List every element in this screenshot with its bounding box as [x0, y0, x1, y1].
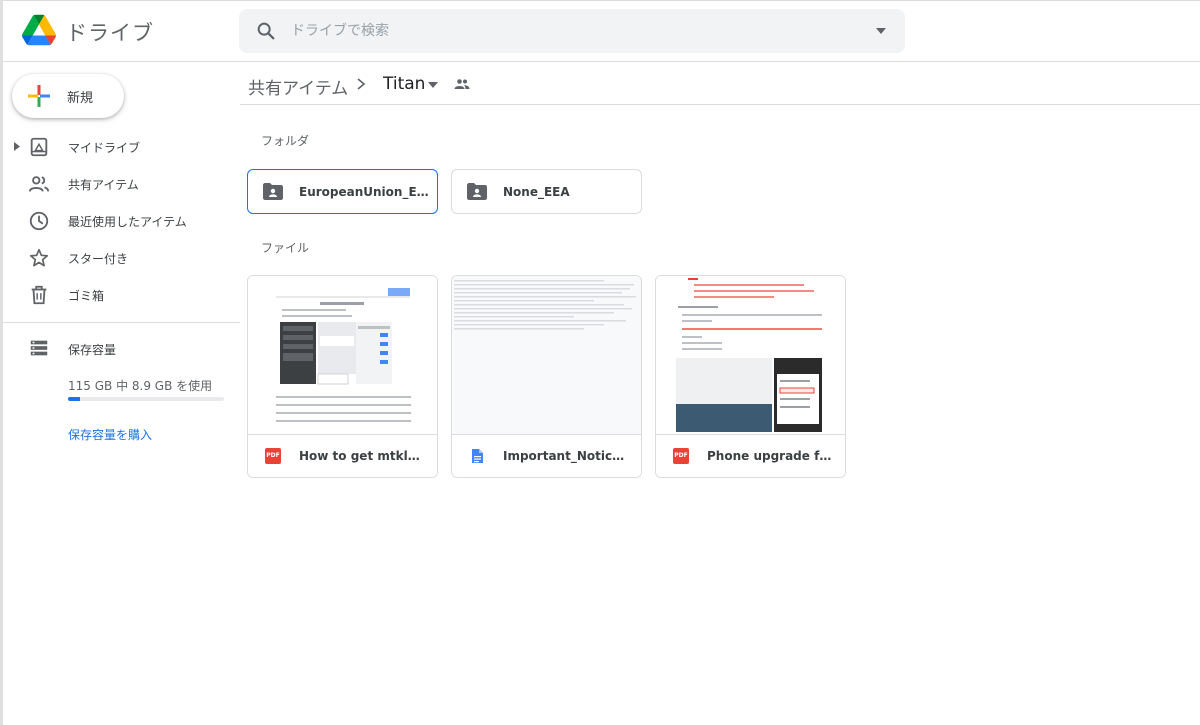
- folder-card[interactable]: EuropeanUnion_EEA_...: [247, 169, 438, 214]
- pdf-icon: PDF: [265, 448, 281, 464]
- search-bar[interactable]: [239, 9, 905, 53]
- file-thumbnail: [656, 276, 845, 434]
- plus-icon: [28, 85, 50, 107]
- window-left-edge: [0, 0, 3, 725]
- file-name: How to get mtklog an...: [299, 449, 427, 463]
- storage-usage-fill: [68, 397, 80, 401]
- sidebar-item-label: ゴミ箱: [68, 289, 105, 303]
- sidebar-item-recent[interactable]: 最近使用したアイテム: [0, 204, 240, 238]
- file-meta: PDF Phone upgrade from I...: [656, 434, 845, 477]
- file-thumbnail: [248, 276, 437, 434]
- folder-name: EuropeanUnion_EEA_...: [299, 185, 429, 199]
- breadcrumb-root[interactable]: 共有アイテム: [248, 74, 348, 99]
- sidebar-item-label: スター付き: [68, 252, 129, 266]
- clock-icon: [29, 211, 49, 231]
- folder-card[interactable]: None_EEA: [451, 169, 642, 214]
- folder-name: None_EEA: [503, 185, 570, 199]
- search-icon[interactable]: [255, 20, 277, 42]
- text-preview-image: [452, 276, 641, 434]
- pdf-preview-image: [248, 276, 437, 434]
- storage-usage-text: 115 GB 中 8.9 GB を使用: [68, 379, 213, 393]
- folders-section-title: フォルダ: [261, 134, 310, 148]
- app-name: ドライブ: [66, 21, 154, 45]
- chevron-down-icon[interactable]: [428, 82, 438, 88]
- breadcrumb-current[interactable]: Titan: [383, 74, 425, 94]
- sidebar-item-my-drive[interactable]: マイドライブ: [0, 130, 240, 164]
- file-card[interactable]: Important_Notice!!!!.txt: [451, 275, 642, 478]
- search-input[interactable]: [291, 9, 851, 53]
- top-header: ドライブ: [0, 0, 1200, 62]
- shared-people-icon[interactable]: [454, 78, 470, 90]
- sidebar-item-starred[interactable]: スター付き: [0, 241, 240, 275]
- chevron-right-icon: [357, 78, 366, 90]
- files-section-title: ファイル: [261, 241, 310, 255]
- drive-logo-icon[interactable]: [22, 14, 56, 46]
- star-icon: [29, 248, 49, 267]
- sidebar-item-shared[interactable]: 共有アイテム: [0, 167, 240, 201]
- file-meta: PDF How to get mtklog an...: [248, 434, 437, 477]
- file-card[interactable]: PDF How to get mtklog an...: [247, 275, 438, 478]
- storage-usage-bar: [68, 397, 224, 401]
- buy-storage-link[interactable]: 保存容量を購入: [68, 426, 152, 443]
- pdf-icon: PDF: [673, 448, 689, 464]
- shared-folder-icon: [467, 183, 487, 200]
- shared-people-icon: [28, 176, 50, 192]
- pdf-preview-image: [656, 276, 845, 434]
- file-card[interactable]: PDF Phone upgrade from I...: [655, 275, 846, 478]
- sidebar-item-label: マイドライブ: [68, 141, 141, 155]
- expand-arrow-icon[interactable]: [14, 142, 20, 151]
- storage-title: 保存容量: [68, 343, 117, 357]
- search-options-dropdown-icon[interactable]: [875, 26, 887, 36]
- file-meta: Important_Notice!!!!.txt: [452, 434, 641, 477]
- trash-icon: [31, 285, 47, 305]
- new-button-label: 新規: [67, 91, 94, 106]
- storage-icon: [30, 340, 48, 356]
- content-divider: [240, 104, 1200, 105]
- file-name: Phone upgrade from I...: [707, 449, 835, 463]
- document-icon: [472, 449, 483, 463]
- shared-folder-icon: [263, 183, 283, 200]
- my-drive-icon: [30, 137, 48, 157]
- new-button[interactable]: 新規: [12, 74, 124, 118]
- file-thumbnail: [452, 276, 641, 434]
- sidebar-divider: [3, 322, 240, 323]
- file-name: Important_Notice!!!!.txt: [503, 449, 631, 463]
- sidebar-item-label: 最近使用したアイテム: [68, 215, 187, 229]
- sidebar-item-label: 共有アイテム: [68, 178, 139, 192]
- sidebar-item-trash[interactable]: ゴミ箱: [0, 278, 240, 312]
